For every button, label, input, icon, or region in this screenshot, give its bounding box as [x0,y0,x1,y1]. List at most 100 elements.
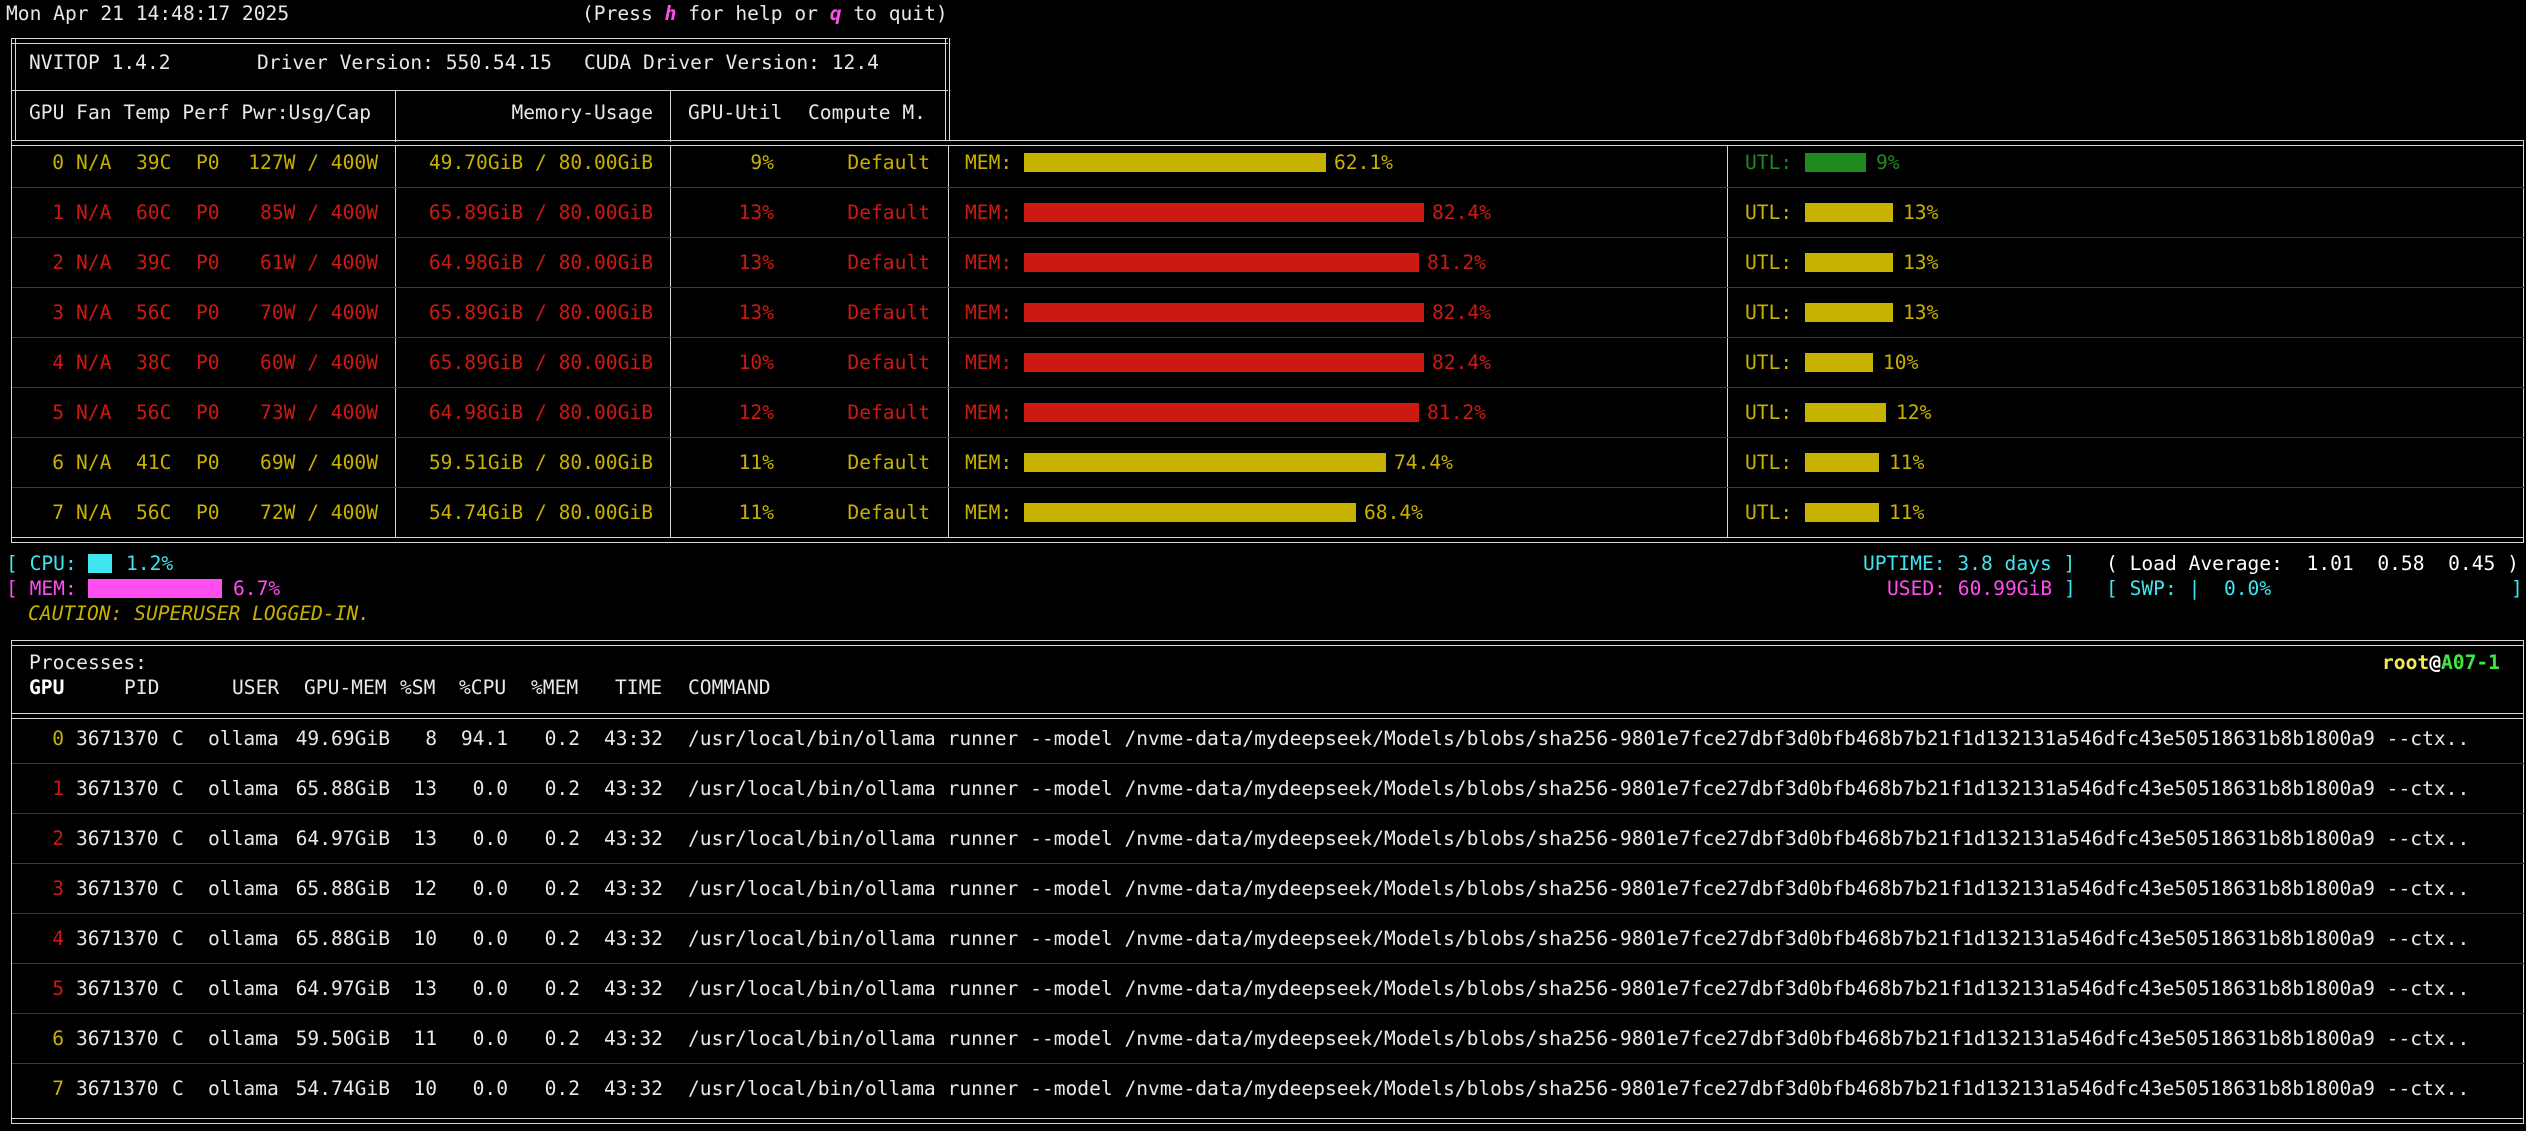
proc-type: C [172,977,184,1000]
proc-right-border [2523,640,2524,1124]
gpu-util-pct: 12% [1896,401,1932,424]
used-mem: USED: 60.99GiB [1887,577,2053,600]
gpu-util-pct: 13% [1903,301,1939,324]
proc-type: C [172,927,184,950]
gpu-index: 2 [52,251,64,274]
proc-sm: 10 [413,1077,437,1100]
proc-command: /usr/local/bin/ollama runner --model /nv… [688,777,2470,800]
process-row-separator [12,913,2524,914]
gpu-row-separator [12,387,2524,388]
proc-sm: 10 [413,927,437,950]
gpu-util-label: UTL: [1745,251,1793,274]
gpu-fan: N/A [76,401,112,424]
proc-cpu: 0.0 [472,827,508,850]
proc-sm: 12 [413,877,437,900]
gpu-compute-mode: Default [847,451,930,474]
gpu-fan: N/A [76,351,112,374]
gpu-util-bar [1805,153,1866,172]
process-row-separator [12,763,2524,764]
gpu-mem-bar [1024,353,1424,372]
gpu-index: 0 [52,151,64,174]
gpu-row-separator [12,337,2524,338]
proc-gpu: 2 [52,827,64,850]
gpu-util: 10% [738,351,774,374]
proc-gpu-mem: 64.97GiB [295,827,390,850]
gpu-util: 13% [738,251,774,274]
proc-mem: 0.2 [544,827,580,850]
proc-time: 43:32 [604,927,663,950]
process-row-separator [12,813,2524,814]
gpu-fan: N/A [76,501,112,524]
gpu-mem-pct: 81.2% [1427,401,1486,424]
swp-pct: 0.0% [2200,577,2272,600]
proc-gpu-mem: 65.88GiB [295,777,390,800]
proc-time: 43:32 [604,877,663,900]
gpu-compute-mode: Default [847,251,930,274]
gpu-row-separator [12,487,2524,488]
cpu-pct: 1.2% [126,552,174,575]
proc-sm: 8 [425,727,437,750]
gpu-perf: P0 [196,301,220,324]
gpu-mem-usage: 59.51GiB / 80.00GiB [428,451,653,474]
gpu-mem-pct: 81.2% [1427,251,1486,274]
proc-sm: 13 [413,777,437,800]
gpu-util-label: UTL: [1745,301,1793,324]
host-mem-bar [88,579,222,598]
proc-time: 43:32 [604,977,663,1000]
proc-cpu: 94.1 [460,727,508,750]
swp-label: [ SWP: [2106,577,2189,600]
gpu-mem-bar [1024,303,1424,322]
gpu-util-label: UTL: [1745,201,1793,224]
proc-user: ollama [208,827,279,850]
gpu-temp: 38C [136,351,172,374]
gpu-util: 13% [738,301,774,324]
gpu-util-label: UTL: [1745,401,1793,424]
proc-cpu: 0.0 [472,977,508,1000]
gpu-util: 9% [750,151,774,174]
at-sign: @ [2429,651,2441,674]
help-middle: for help or [676,2,830,25]
proc-pid: 3671370 [76,927,159,950]
mem-label: MEM: [29,577,77,600]
col-cpu: %CPU [459,676,507,699]
gpu-fan: N/A [76,251,112,274]
gpu-util-bar [1805,403,1886,422]
gpu-header-compute: Compute M. [808,101,926,124]
gpu-mem-usage: 54.74GiB / 80.00GiB [428,501,653,524]
gpu-compute-mode: Default [847,151,930,174]
proc-gpu-mem: 54.74GiB [295,1077,390,1100]
gpu-table-left-border [11,140,12,542]
proc-user: ollama [208,777,279,800]
hdr-sep-2 [670,90,671,142]
proc-type: C [172,727,184,750]
gpu-row-separator [12,187,2524,188]
proc-time: 43:32 [604,777,663,800]
gpu-mem-label: MEM: [965,201,1013,224]
user-host: root@A07-1 [2382,650,2500,675]
proc-mem: 0.2 [544,1077,580,1100]
process-row-separator [12,1013,2524,1014]
proc-type: C [172,1027,184,1050]
proc-mem: 0.2 [544,1027,580,1050]
gpu-util-bar [1805,303,1893,322]
proc-type: C [172,877,184,900]
proc-gpu: 5 [52,977,64,1000]
col-mem: %MEM [531,676,579,699]
uptime-stat: UPTIME: 3.8 days ] [1863,551,2075,576]
proc-gpu-mem: 59.50GiB [295,1027,390,1050]
proc-top-border [11,640,2524,646]
gpu-temp: 56C [136,401,172,424]
proc-gpu: 7 [52,1077,64,1100]
load-average: ( Load Average: 1.01 0.58 0.45 ) [2106,552,2519,575]
gpu-compute-mode: Default [847,401,930,424]
host-mem-pct: 6.7% [233,577,281,600]
proc-cpu: 0.0 [472,1077,508,1100]
gpu-power: 73W / 400W [260,401,378,424]
swp-stat: [ SWP: | 0.0% [2106,576,2271,601]
gpu-util-pct: 13% [1903,251,1939,274]
gpu-util: 11% [738,451,774,474]
gpu-mem-bar [1024,503,1356,522]
gpu-power: 127W / 400W [248,151,378,174]
proc-time: 43:32 [604,1027,663,1050]
gpu-mem-pct: 62.1% [1334,151,1393,174]
